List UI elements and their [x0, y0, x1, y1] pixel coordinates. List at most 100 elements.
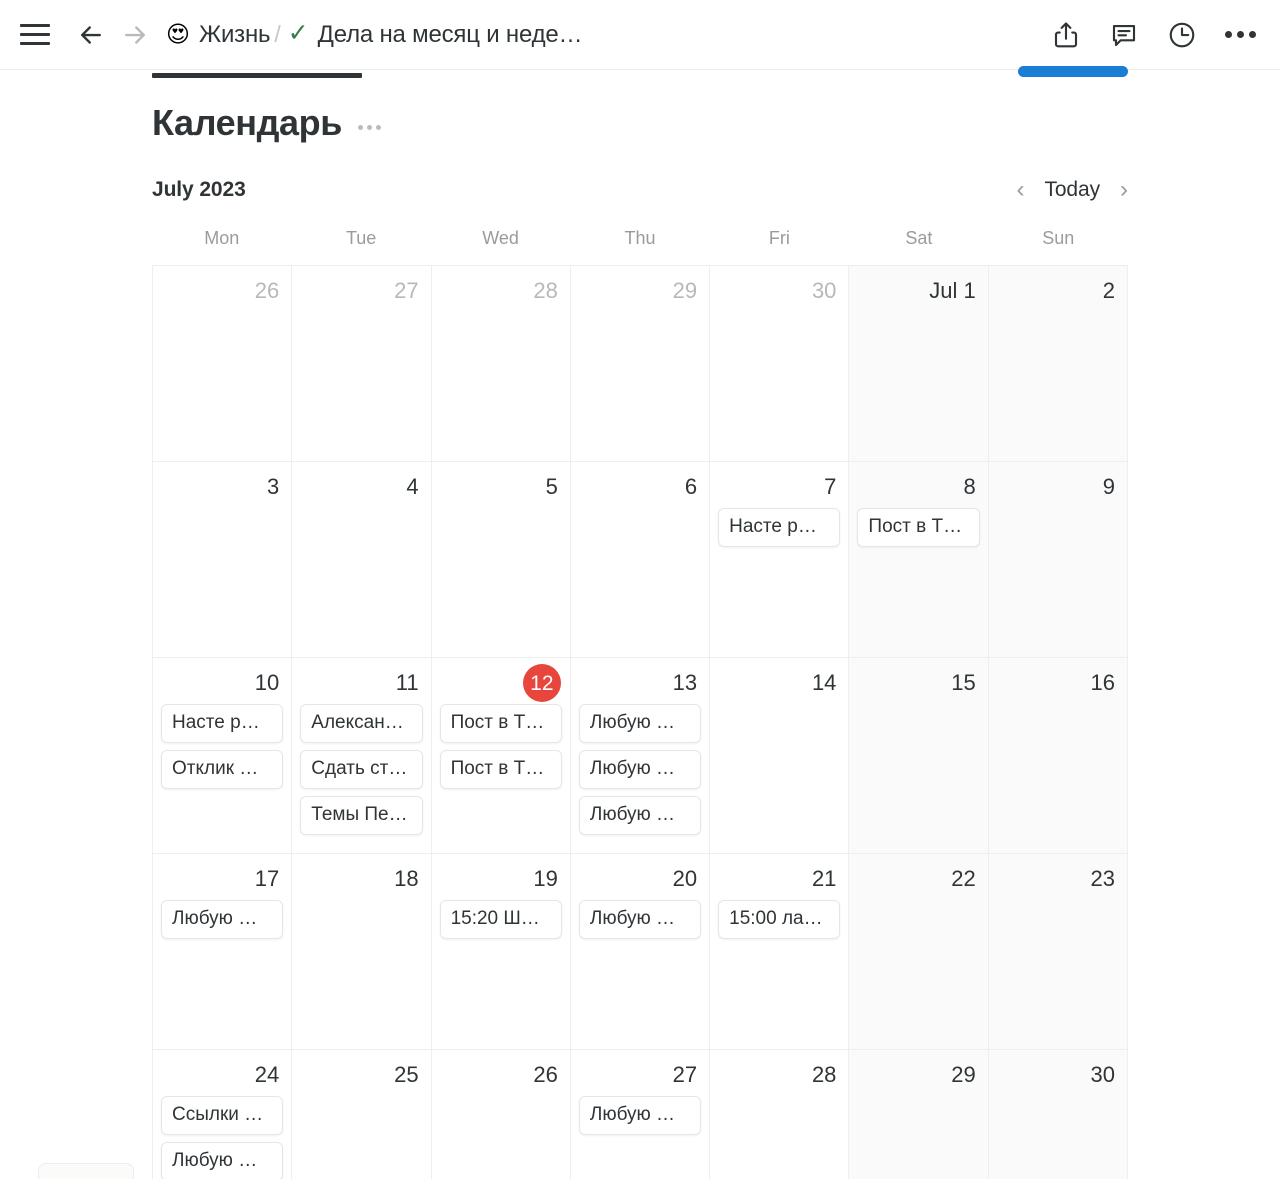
calendar-day-cell[interactable]: 6 — [570, 462, 711, 658]
day-number: 26 — [533, 1062, 558, 1087]
breadcrumb-separator: / — [274, 21, 281, 47]
calendar-day-cell[interactable]: 30 — [710, 266, 850, 462]
calendar-event-chip[interactable]: Сдать ст… — [300, 749, 423, 789]
calendar-day-cell[interactable]: 20 Любую … — [570, 854, 711, 1050]
calendar-day-cell[interactable]: 22 — [849, 854, 989, 1050]
day-events-list: Ссылки … Любую … — [161, 1096, 284, 1179]
ellipsis-icon[interactable] — [1224, 19, 1256, 51]
calendar-day-cell[interactable]: 27 — [292, 266, 432, 462]
share-upload-icon[interactable] — [1050, 19, 1082, 51]
calendar-day-cell[interactable]: 11 Алексан… Сдать ст… Темы Пе… — [292, 658, 432, 854]
page-title-row: Календарь — [0, 84, 1280, 144]
calendar-event-chip[interactable]: Пост в Т… — [439, 749, 562, 789]
chevron-left-icon[interactable]: ‹ — [1016, 178, 1024, 202]
page-title: Календарь — [152, 102, 342, 143]
day-number-wrap: 2 — [997, 274, 1119, 308]
day-number-wrap: 17 — [161, 862, 283, 896]
day-number: 9 — [1102, 474, 1115, 499]
calendar-day-cell[interactable]: 24 Ссылки … Любую … — [153, 1050, 293, 1179]
calendar-event-chip[interactable]: Пост в Т… — [439, 704, 562, 743]
calendar-day-cell[interactable]: 4 — [292, 462, 432, 658]
calendar-day-cell[interactable]: 14 — [710, 658, 850, 854]
bottom-left-panel-remnant[interactable] — [38, 1163, 134, 1179]
calendar-grid: 26 27 28 29 30 Jul 1 2 3 4 5 6 7 Насте р… 8 Пост в Т… 9… — [152, 265, 1128, 1179]
day-events-list: Любую … — [578, 900, 702, 939]
today-button[interactable]: Today — [1044, 178, 1100, 202]
calendar-day-cell[interactable]: 18 — [292, 854, 432, 1050]
day-number: 8 — [963, 474, 976, 499]
clock-history-icon[interactable] — [1166, 19, 1198, 51]
calendar-day-cell[interactable]: 23 — [988, 854, 1128, 1050]
calendar-event-chip[interactable]: 15:20 Ш… — [439, 900, 562, 939]
calendar-day-cell[interactable]: 15 — [849, 658, 989, 854]
calendar-week-row: 3 4 5 6 7 Насте р… 8 Пост в Т… 9 — [153, 462, 1128, 658]
day-number-wrap: 15 — [857, 666, 979, 700]
day-number: 6 — [684, 474, 698, 499]
calendar-day-cell[interactable]: 17 Любую … — [153, 854, 293, 1050]
calendar-event-chip[interactable]: Насте р… — [718, 508, 841, 547]
calendar-day-cell[interactable]: 9 — [988, 462, 1128, 658]
comment-bubble-icon[interactable] — [1108, 19, 1140, 51]
calendar-event-chip[interactable]: Насте р… — [161, 704, 284, 743]
day-number-wrap: 13 — [579, 666, 701, 700]
day-number-wrap: 16 — [997, 666, 1119, 700]
calendar-day-cell[interactable]: 29 — [849, 1050, 989, 1179]
day-number: 19 — [533, 866, 558, 891]
calendar-day-cell[interactable]: 25 — [292, 1050, 432, 1179]
calendar-day-cell[interactable]: Jul 1 — [849, 266, 989, 462]
page-options-ellipsis-icon[interactable] — [358, 117, 381, 130]
calendar-event-chip[interactable]: 15:00 ла… — [718, 900, 841, 939]
arrow-right-icon[interactable] — [118, 18, 152, 52]
chevron-right-icon[interactable]: › — [1120, 178, 1128, 202]
calendar-day-cell[interactable]: 30 — [988, 1050, 1128, 1179]
top-bar: 😍 Жизнь / ✓ Дела на месяц и неде… — [0, 0, 1280, 77]
weekday-header: Mon Tue Wed Thu Fri Sat Sun — [152, 228, 1128, 265]
calendar-event-chip[interactable]: Темы Пе… — [300, 795, 423, 835]
hamburger-menu-icon[interactable] — [18, 18, 52, 52]
calendar-event-chip[interactable]: Ссылки … — [161, 1096, 284, 1135]
calendar-day-cell[interactable]: 3 — [153, 462, 293, 658]
active-view-tab-underline[interactable] — [152, 73, 362, 78]
calendar-event-chip[interactable]: Любую … — [578, 704, 702, 743]
day-number-wrap: 11 — [300, 666, 422, 700]
calendar-day-cell[interactable]: 29 — [570, 266, 711, 462]
calendar-day-cell[interactable]: 8 Пост в Т… — [849, 462, 989, 658]
calendar-day-cell[interactable]: 28 — [710, 1050, 850, 1179]
calendar-event-chip[interactable]: Пост в Т… — [857, 508, 980, 547]
calendar-day-cell[interactable]: 19 15:20 Ш… — [431, 854, 571, 1050]
day-number-wrap: 27 — [579, 1058, 701, 1092]
calendar-day-cell[interactable]: 16 — [988, 658, 1128, 854]
calendar-day-cell[interactable]: 10 Насте р… Отклик … — [153, 658, 293, 854]
calendar-day-cell[interactable]: 5 — [431, 462, 571, 658]
calendar-day-cell[interactable]: 21 15:00 ла… — [710, 854, 850, 1050]
calendar-event-chip[interactable]: Любую … — [578, 749, 702, 789]
day-number: 16 — [1090, 670, 1115, 695]
calendar-day-cell[interactable]: 12 Пост в Т… Пост в Т… — [431, 658, 571, 854]
calendar-day-cell[interactable]: 7 Насте р… — [710, 462, 850, 658]
month-label: July 2023 — [152, 178, 246, 201]
calendar-event-chip[interactable]: Любую … — [578, 1096, 702, 1135]
calendar-day-cell[interactable]: 13 Любую … Любую … Любую … — [570, 658, 711, 854]
calendar-week-row: 26 27 28 29 30 Jul 1 2 — [153, 266, 1128, 462]
calendar-event-chip[interactable]: Любую … — [578, 900, 702, 939]
day-number-wrap: 29 — [857, 1058, 979, 1092]
calendar-event-chip[interactable]: Любую … — [161, 900, 284, 939]
calendar-event-chip[interactable]: Любую … — [578, 795, 702, 835]
calendar-event-chip[interactable]: Любую … — [161, 1141, 284, 1179]
calendar-event-chip[interactable]: Отклик … — [161, 749, 284, 789]
calendar-day-cell[interactable]: 26 — [153, 266, 293, 462]
day-number-wrap: 25 — [300, 1058, 422, 1092]
breadcrumb-item-tasks[interactable]: ✓ Дела на месяц и неде… — [288, 21, 583, 49]
day-number-wrap: 5 — [440, 470, 562, 504]
calendar-day-cell[interactable]: 27 Любую … — [570, 1050, 711, 1179]
day-number-wrap: 30 — [718, 274, 840, 308]
breadcrumb-item-life[interactable]: 😍 Жизнь — [166, 21, 271, 49]
calendar-day-cell[interactable]: 2 — [988, 266, 1128, 462]
calendar-day-cell[interactable]: 26 — [431, 1050, 571, 1179]
calendar-day-cell[interactable]: 28 — [431, 266, 571, 462]
day-number: 24 — [254, 1062, 280, 1087]
calendar-month-bar: July 2023 ‹ Today › — [0, 164, 1280, 216]
calendar-event-chip[interactable]: Алексан… — [300, 704, 423, 743]
day-number-wrap: 19 — [440, 862, 562, 896]
arrow-left-icon[interactable] — [74, 18, 108, 52]
